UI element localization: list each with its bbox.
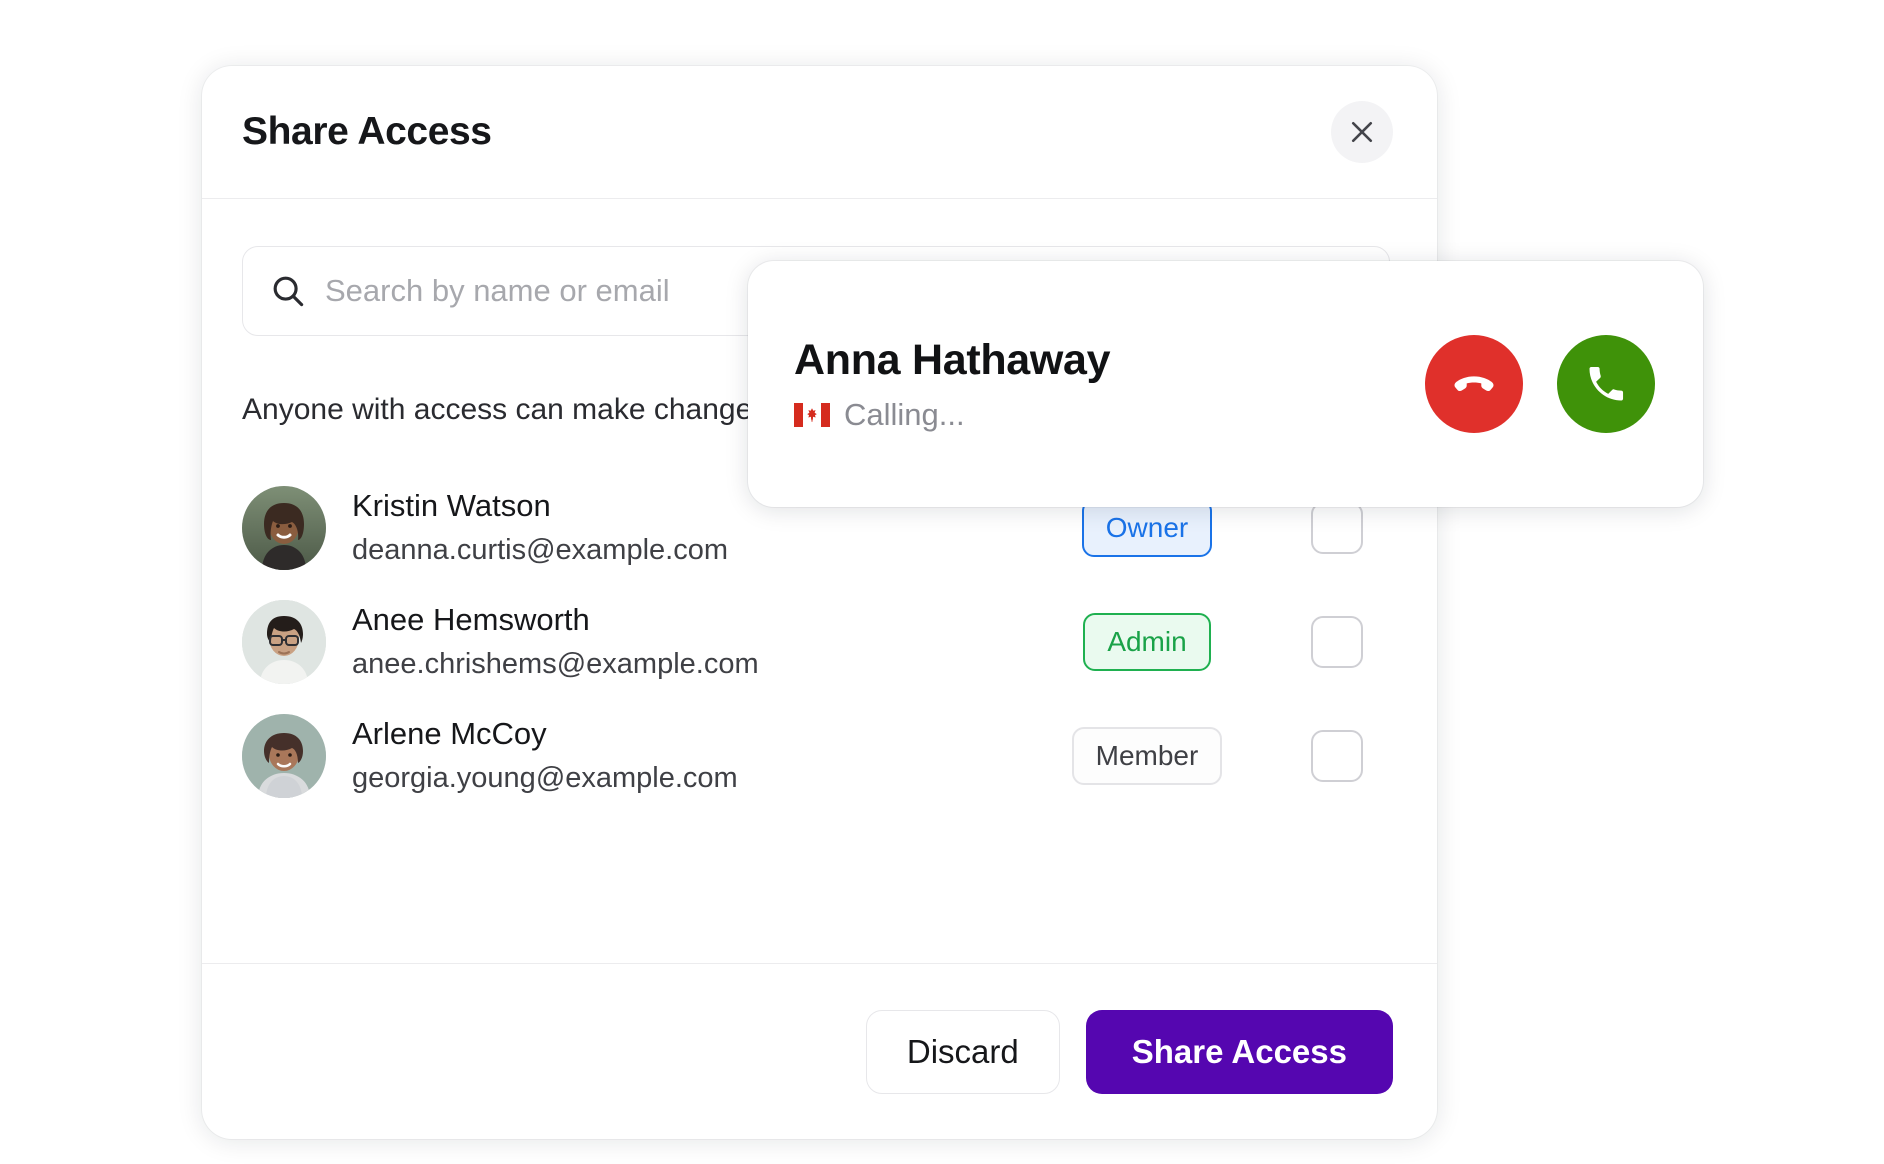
row-checkbox[interactable] xyxy=(1311,616,1363,668)
member-info: Arlene McCoy georgia.young@example.com xyxy=(352,714,1017,797)
member-email: georgia.young@example.com xyxy=(352,761,738,794)
select-cell xyxy=(1277,616,1397,668)
member-name: Arlene McCoy xyxy=(352,716,547,752)
select-cell xyxy=(1277,502,1397,554)
select-cell xyxy=(1277,730,1397,782)
screen-root: Share Access Search by name or email Any… xyxy=(0,0,1884,1164)
row-checkbox[interactable] xyxy=(1311,502,1363,554)
caller-name: Anna Hathaway xyxy=(794,335,1111,384)
row-checkbox[interactable] xyxy=(1311,730,1363,782)
close-icon xyxy=(1347,117,1377,147)
member-email: deanna.curtis@example.com xyxy=(352,533,729,566)
phone-icon xyxy=(1584,362,1628,406)
modal-header: Share Access xyxy=(202,66,1437,199)
table-row[interactable]: Anee Hemsworth anee.chrishems@example.co… xyxy=(242,585,1397,699)
avatar xyxy=(242,714,326,798)
share-access-modal: Share Access Search by name or email Any… xyxy=(202,66,1437,1139)
role-cell: Admin xyxy=(1017,613,1277,671)
canada-flag-icon xyxy=(794,402,830,428)
avatar xyxy=(242,486,326,570)
member-info: Anee Hemsworth anee.chrishems@example.co… xyxy=(352,600,1017,683)
discard-button[interactable]: Discard xyxy=(865,1009,1060,1094)
status-badge[interactable]: Member xyxy=(1071,727,1223,785)
page-title: Share Access xyxy=(242,110,492,153)
role-cell: Owner xyxy=(1017,499,1277,557)
decline-call-button[interactable] xyxy=(1425,335,1523,433)
member-list: Kristin Watson deanna.curtis@example.com… xyxy=(242,471,1397,813)
caller-block: Anna Hathaway Calling... xyxy=(794,336,1425,433)
search-icon xyxy=(269,272,307,310)
avatar xyxy=(242,600,326,684)
call-actions xyxy=(1425,335,1655,433)
incoming-call-card: Anna Hathaway Calling... xyxy=(748,261,1703,507)
share-access-button[interactable]: Share Access xyxy=(1085,1009,1393,1094)
phone-hangup-icon xyxy=(1451,361,1497,407)
accept-call-button[interactable] xyxy=(1557,335,1655,433)
status-badge[interactable]: Admin xyxy=(1083,613,1211,671)
status-badge[interactable]: Owner xyxy=(1081,499,1213,557)
table-row[interactable]: Arlene McCoy georgia.young@example.com M… xyxy=(242,699,1397,813)
member-name: Anee Hemsworth xyxy=(352,602,590,638)
role-cell: Member xyxy=(1017,727,1277,785)
modal-footer: Discard Share Access xyxy=(202,963,1437,1139)
member-email: anee.chrishems@example.com xyxy=(352,647,759,680)
caller-status-row: Calling... xyxy=(794,397,1425,433)
close-button[interactable] xyxy=(1331,101,1393,163)
call-status-text: Calling... xyxy=(844,396,965,432)
